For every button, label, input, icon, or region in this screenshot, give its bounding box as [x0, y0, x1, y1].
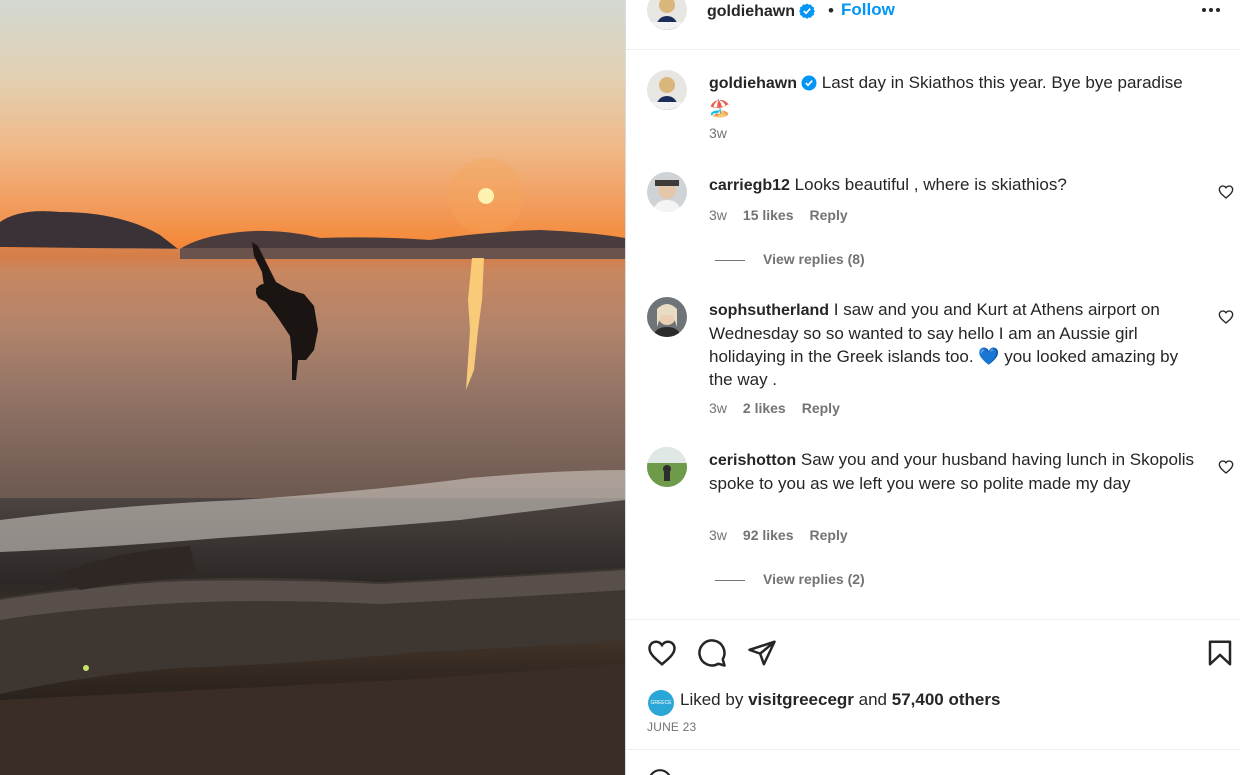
- bookmark-icon[interactable]: [1205, 638, 1235, 668]
- actions-divider: [626, 619, 1240, 620]
- liked-by-avatar-text: GREECE: [650, 700, 672, 706]
- reply-button[interactable]: Reply: [810, 527, 848, 543]
- liked-by-avatar[interactable]: GREECE: [648, 690, 674, 716]
- comment-username[interactable]: cerishotton: [709, 452, 796, 469]
- like-comment-heart-icon[interactable]: [1218, 459, 1234, 475]
- comment-item: cerishotton Saw you and your husband hav…: [626, 447, 1240, 592]
- caption-text-block: goldiehawn Last day in Skiathos this yea…: [709, 71, 1199, 120]
- replies-line: [715, 579, 745, 581]
- post-photo[interactable]: [0, 0, 625, 775]
- post-date: JUNE 23: [647, 720, 697, 734]
- view-replies-button[interactable]: View replies (2): [715, 571, 865, 587]
- share-icon[interactable]: [747, 638, 777, 668]
- verified-badge-icon: [801, 74, 817, 97]
- like-heart-icon[interactable]: [647, 638, 677, 668]
- more-options-icon[interactable]: [1201, 0, 1221, 26]
- reply-button[interactable]: Reply: [810, 207, 848, 223]
- likes-prefix: Liked by: [680, 690, 744, 709]
- view-replies-label: View replies (2): [763, 571, 865, 587]
- comment-text-block: carriegb12 Looks beautiful , where is sk…: [709, 173, 1199, 197]
- view-replies-label: View replies (8): [763, 251, 865, 267]
- caption-emoji: 🏖️: [709, 99, 731, 118]
- commenter-avatar[interactable]: [647, 447, 687, 487]
- comment-likes[interactable]: 92 likes: [743, 527, 794, 543]
- verified-badge-icon: [799, 3, 815, 24]
- reply-button[interactable]: Reply: [802, 400, 840, 416]
- author-username-row[interactable]: goldiehawn: [707, 1, 815, 24]
- caption-text: Last day in Skiathos this year. Bye bye …: [821, 73, 1183, 92]
- replies-line: [715, 259, 745, 261]
- follow-button[interactable]: Follow: [841, 0, 895, 20]
- comment-time: 3w: [709, 527, 727, 543]
- author-avatar[interactable]: [647, 0, 687, 30]
- comment-meta: 3w 2 likes Reply: [709, 400, 856, 416]
- comment-time: 3w: [709, 207, 727, 223]
- caption-row: goldiehawn Last day in Skiathos this yea…: [626, 70, 1240, 150]
- commenter-avatar[interactable]: [647, 297, 687, 337]
- comment-meta: 3w 92 likes Reply: [709, 527, 864, 543]
- footer-divider: [626, 749, 1240, 750]
- commenter-avatar[interactable]: [647, 172, 687, 212]
- comment-item: sophsutherland I saw and you and Kurt at…: [626, 297, 1240, 427]
- comment-icon[interactable]: [697, 638, 727, 668]
- likes-summary: Liked by visitgreecegr and 57,400 others: [680, 690, 1000, 710]
- comment-likes[interactable]: 2 likes: [743, 400, 786, 416]
- sunset-beach-image: [0, 158, 625, 775]
- caption-author-avatar[interactable]: [647, 70, 687, 110]
- comment-time: 3w: [709, 400, 727, 416]
- comment-item: carriegb12 Looks beautiful , where is sk…: [626, 172, 1240, 272]
- comment-meta: 3w 15 likes Reply: [709, 207, 864, 223]
- emoji-icon[interactable]: [647, 768, 673, 775]
- header-separator: •: [828, 1, 834, 20]
- caption-username[interactable]: goldiehawn: [709, 75, 797, 92]
- comment-text-block: sophsutherland I saw and you and Kurt at…: [709, 298, 1199, 391]
- post-header: goldiehawn • Follow: [626, 0, 1240, 50]
- author-username[interactable]: goldiehawn: [707, 3, 795, 20]
- comment-text-block: cerishotton Saw you and your husband hav…: [709, 448, 1199, 495]
- comment-text: Looks beautiful , where is skiathios?: [794, 175, 1067, 194]
- caption-time: 3w: [709, 125, 727, 141]
- comment-likes[interactable]: 15 likes: [743, 207, 794, 223]
- like-comment-heart-icon[interactable]: [1218, 309, 1234, 325]
- view-replies-button[interactable]: View replies (8): [715, 251, 865, 267]
- liked-by-username[interactable]: visitgreecegr: [748, 690, 854, 709]
- caption-meta: 3w: [709, 125, 743, 141]
- comment-username[interactable]: sophsutherland: [709, 302, 829, 319]
- post-details-panel: goldiehawn • Follow goldiehawn Last day …: [625, 0, 1241, 775]
- likes-others-link[interactable]: 57,400 others: [892, 690, 1001, 709]
- comment-username[interactable]: carriegb12: [709, 177, 790, 194]
- like-comment-heart-icon[interactable]: [1218, 184, 1234, 200]
- likes-and: and: [858, 690, 888, 709]
